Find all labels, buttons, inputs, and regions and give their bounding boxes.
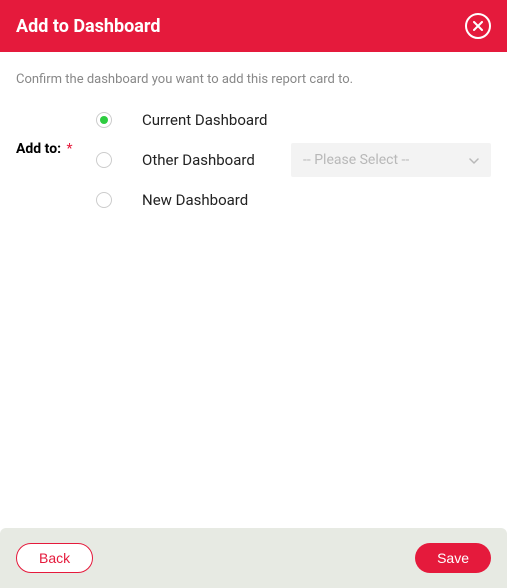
close-icon bbox=[473, 19, 483, 34]
radio-icon bbox=[96, 112, 112, 128]
dashboard-radio-group: Current Dashboard Other Dashboard -- Ple… bbox=[96, 111, 491, 209]
radio-line-current: Current Dashboard bbox=[96, 111, 491, 129]
chevron-down-icon bbox=[469, 151, 479, 170]
required-mark: * bbox=[67, 141, 73, 157]
add-to-label: Add to: * bbox=[16, 111, 96, 157]
radio-line-new: New Dashboard bbox=[96, 191, 491, 209]
radio-icon bbox=[96, 192, 112, 208]
select-placeholder: -- Please Select -- bbox=[303, 152, 409, 168]
add-to-label-text: Add to: bbox=[16, 141, 61, 157]
back-button[interactable]: Back bbox=[16, 543, 93, 573]
radio-label: Current Dashboard bbox=[142, 111, 267, 129]
modal-title: Add to Dashboard bbox=[16, 16, 160, 37]
radio-new-dashboard[interactable]: New Dashboard bbox=[96, 191, 248, 209]
save-button[interactable]: Save bbox=[415, 543, 491, 573]
radio-label: Other Dashboard bbox=[142, 151, 255, 169]
radio-other-dashboard[interactable]: Other Dashboard bbox=[96, 151, 255, 169]
radio-current-dashboard[interactable]: Current Dashboard bbox=[96, 111, 267, 129]
modal-body: Confirm the dashboard you want to add th… bbox=[0, 52, 507, 528]
radio-label: New Dashboard bbox=[142, 191, 248, 209]
radio-icon bbox=[96, 152, 112, 168]
modal-header: Add to Dashboard bbox=[0, 0, 507, 52]
other-dashboard-select[interactable]: -- Please Select -- bbox=[291, 143, 491, 177]
instruction-text: Confirm the dashboard you want to add th… bbox=[16, 72, 491, 87]
add-to-row: Add to: * Current Dashboard Other Dashbo… bbox=[16, 111, 491, 209]
radio-line-other: Other Dashboard -- Please Select -- bbox=[96, 143, 491, 177]
close-button[interactable] bbox=[465, 13, 491, 39]
add-to-dashboard-modal: Add to Dashboard Confirm the dashboard y… bbox=[0, 0, 507, 588]
modal-footer: Back Save bbox=[0, 528, 507, 588]
